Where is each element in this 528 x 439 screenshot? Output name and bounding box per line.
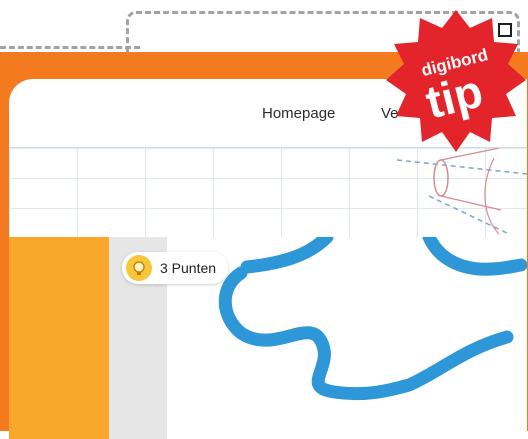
main-content: 3 Punten xyxy=(9,237,527,439)
lightbulb-icon xyxy=(126,255,152,281)
river-path xyxy=(218,237,527,401)
score-badge: 3 Punten xyxy=(122,252,229,284)
score-label: 3 Punten xyxy=(160,260,217,276)
nav-homepage-link[interactable]: Homepage xyxy=(262,105,335,122)
selection-line xyxy=(0,46,140,49)
digibord-tip-badge: digibord tip xyxy=(386,10,526,152)
